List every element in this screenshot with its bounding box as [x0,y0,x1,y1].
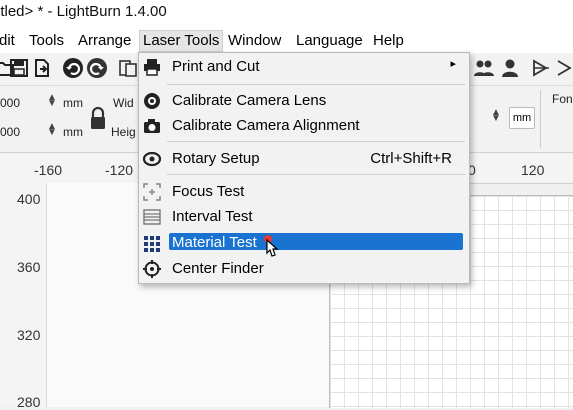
menu-item-print-and-cut[interactable]: Print and Cut ▸ [140,56,468,78]
y-position-field[interactable]: 000 [0,125,20,139]
focus-icon [142,182,162,202]
flip-icon[interactable] [554,56,573,80]
copy-icon[interactable] [117,56,139,80]
ruler-tick: 400 [17,191,41,207]
menu-window[interactable]: Window [225,31,284,51]
size-spinner[interactable]: ▲ ▼ [491,108,501,124]
y-spinner[interactable]: ▲ ▼ [47,122,57,138]
unit-field[interactable]: mm [509,107,535,129]
menu-arrange[interactable]: Arrange [75,31,134,51]
ruler-tick: 320 [17,327,41,343]
window-title: itled> * - LightBurn 1.4.00 [0,3,167,20]
menu-item-center-finder[interactable]: Center Finder [140,258,468,280]
left-ruler: 400 360 320 280 [0,183,46,410]
undo-icon[interactable] [62,56,84,80]
menu-language[interactable]: Language [293,31,366,51]
menu-item-rotary-setup[interactable]: Rotary Setup Ctrl+Shift+R [140,148,468,170]
menu-item-focus-test[interactable]: Focus Test [140,181,468,203]
menu-bar: dit Tools Arrange Laser Tools Window Lan… [0,28,573,53]
camera-icon [142,116,162,136]
menu-item-label: Focus Test [172,183,245,200]
mouse-cursor-icon [262,234,280,260]
mirror-icon[interactable] [530,56,552,80]
menu-laser-tools[interactable]: Laser Tools [138,30,224,52]
ruler-tick: 280 [17,394,41,410]
ruler-tick: 120 [521,162,545,178]
crosshair-icon [142,259,162,279]
menu-item-label: Material Test [172,234,257,251]
menu-item-shortcut: Ctrl+Shift+R [370,150,452,167]
ruler-tick: 360 [17,259,41,275]
width-label: Wid [113,96,134,110]
x-position-field[interactable]: 000 [0,96,20,110]
menu-item-label: Calibrate Camera Lens [172,92,327,109]
height-label: Heig [111,125,136,139]
menu-separator [167,174,465,175]
ruler-tick: -120 [105,162,134,178]
menu-item-material-test[interactable]: Material Test [140,233,468,255]
user-icon[interactable] [499,56,521,80]
menu-item-label: Calibrate Camera Alignment [172,117,360,134]
submenu-arrow-icon: ▸ [450,58,456,70]
save-icon[interactable] [8,56,30,80]
ruler-tick: -160 [34,162,63,178]
printer-icon [142,57,162,77]
menu-item-calibrate-camera-alignment[interactable]: Calibrate Camera Alignment [140,115,468,137]
menu-item-label: Center Finder [172,260,264,277]
divider [540,90,541,148]
camera-lens-icon [142,91,162,111]
menu-separator [167,141,465,142]
lock-icon[interactable] [88,106,108,132]
interval-icon [142,207,162,227]
y-unit-label: mm [63,125,83,139]
menu-tools[interactable]: Tools [26,31,67,51]
menu-help[interactable]: Help [370,31,407,51]
rotary-icon [142,149,162,169]
laser-tools-menu: Print and Cut ▸ Calibrate Camera Lens Ca… [138,52,470,284]
font-label: Fon [552,92,573,106]
menu-item-label: Print and Cut [172,58,260,75]
menu-edit[interactable]: dit [0,31,18,51]
menu-item-label: Rotary Setup [172,150,260,167]
x-unit-label: mm [63,96,83,110]
menu-separator [167,84,465,85]
x-spinner[interactable]: ▲ ▼ [47,93,57,109]
menu-item-calibrate-camera-lens[interactable]: Calibrate Camera Lens [140,90,468,112]
title-bar: itled> * - LightBurn 1.4.00 [0,0,573,28]
menu-item-label: Interval Test [172,208,253,225]
redo-icon[interactable] [86,56,108,80]
group-users-icon[interactable] [473,56,495,80]
grid-test-icon [142,234,162,254]
export-icon[interactable] [31,56,53,80]
menu-item-interval-test[interactable]: Interval Test [140,206,468,228]
